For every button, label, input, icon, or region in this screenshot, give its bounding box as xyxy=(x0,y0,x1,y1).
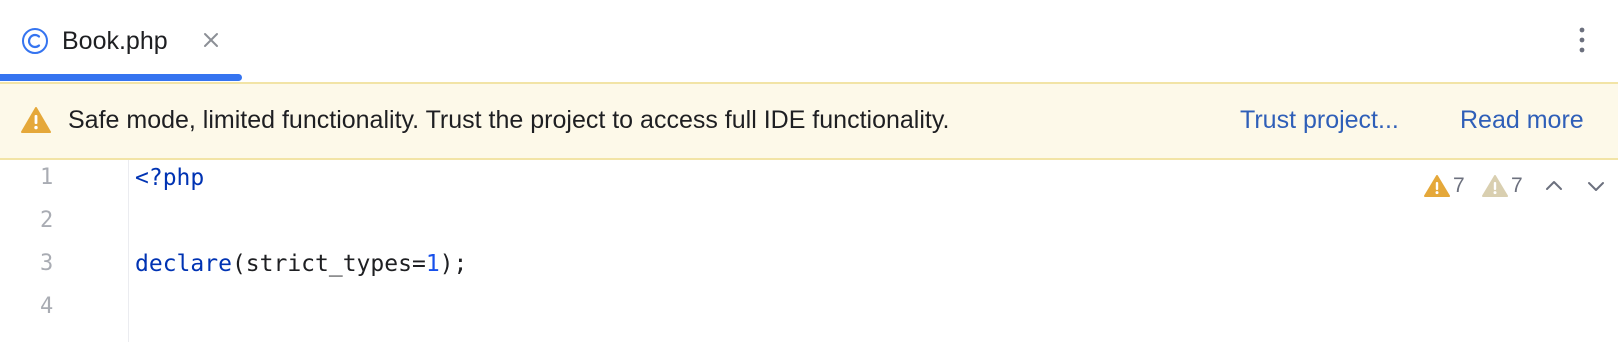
declare-args-close: ); xyxy=(439,251,468,277)
line-number-gutter: 1 2 3 4 xyxy=(0,160,129,342)
active-tab-indicator xyxy=(0,74,242,81)
more-options-icon[interactable] xyxy=(1570,22,1594,58)
line-number: 4 xyxy=(40,294,54,319)
code-editor[interactable]: 1 2 3 4 <?php declare(strict_types=1); 7… xyxy=(0,160,1618,342)
trust-project-link[interactable]: Trust project... xyxy=(1240,102,1399,138)
code-line-1: <?php xyxy=(135,163,204,193)
weak-warning-icon xyxy=(1482,175,1508,197)
banner-message: Safe mode, limited functionality. Trust … xyxy=(68,106,950,134)
previous-highlight-icon[interactable] xyxy=(1541,173,1567,199)
line-number: 2 xyxy=(40,208,54,233)
line-number: 3 xyxy=(40,251,54,276)
tab-label: Book.php xyxy=(62,27,168,55)
read-more-link[interactable]: Read more xyxy=(1460,102,1584,138)
code-line-3: declare(strict_types=1); xyxy=(135,249,467,279)
warning-icon xyxy=(1424,175,1450,197)
declare-args-open: (strict_types= xyxy=(231,251,426,277)
warning-icon xyxy=(21,107,51,133)
declare-keyword: declare xyxy=(135,251,232,277)
weak-warnings-count: 7 xyxy=(1511,174,1523,197)
close-tab-icon[interactable] xyxy=(199,28,223,52)
strict-types-value: 1 xyxy=(425,251,440,277)
tab-book-php[interactable]: Book.php xyxy=(0,0,242,82)
warnings-count: 7 xyxy=(1453,174,1465,197)
next-highlight-icon[interactable] xyxy=(1583,173,1609,199)
safe-mode-banner: Safe mode, limited functionality. Trust … xyxy=(0,82,1618,160)
warnings-counter[interactable]: 7 xyxy=(1424,171,1465,201)
php-class-icon xyxy=(22,28,48,54)
weak-warnings-counter[interactable]: 7 xyxy=(1482,171,1523,201)
php-open-tag: <?php xyxy=(135,165,205,191)
line-number: 1 xyxy=(40,165,54,190)
editor-tab-bar: Book.php xyxy=(0,0,1618,82)
